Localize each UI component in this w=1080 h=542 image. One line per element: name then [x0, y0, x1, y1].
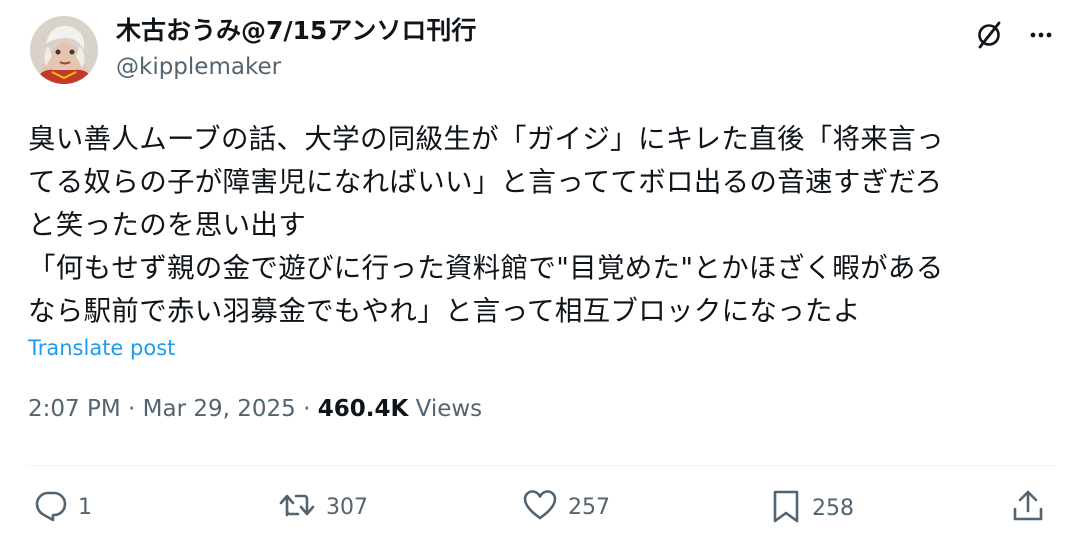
share-icon: [1010, 488, 1046, 528]
post-detail: 木古おうみ@7/15アンソロ刊行 @kipplemaker 臭い善人ムーブの話、…: [0, 0, 1080, 542]
repost-count: 307: [326, 494, 368, 520]
meta-separator: ·: [295, 396, 318, 422]
post-date[interactable]: Mar 29, 2025: [143, 396, 296, 422]
post-text-line: 臭い善人ムーブの話、大学の同級生が「ガイジ」にキレた直後「将来言っ: [28, 123, 944, 155]
avatar[interactable]: [30, 16, 98, 84]
share-button[interactable]: [1010, 488, 1046, 528]
divider: [28, 465, 1056, 466]
post-text-line: なら駅前で赤い羽募金でもやれ」と言って相互ブロックになったよ: [28, 295, 861, 327]
reply-count: 1: [78, 494, 92, 520]
translate-post-link[interactable]: Translate post: [28, 336, 175, 360]
reply-button[interactable]: 1: [34, 488, 92, 526]
views-label: Views: [408, 396, 483, 422]
post-time[interactable]: 2:07 PM: [28, 396, 121, 422]
author-info: 木古おうみ@7/15アンソロ刊行 @kipplemaker: [116, 14, 476, 84]
more-icon[interactable]: [1024, 18, 1058, 52]
like-button[interactable]: 257: [522, 488, 610, 526]
post-text-line: てる奴らの子が障害児になればいい」と言っててボロ出るの音速すぎだろ: [28, 166, 943, 198]
repost-icon: [278, 488, 316, 526]
bookmark-icon: [770, 488, 802, 528]
views-count: 460.4K: [317, 396, 409, 422]
post-text: 臭い善人ムーブの話、大学の同級生が「ガイジ」にキレた直後「将来言っ てる奴らの子…: [28, 118, 1058, 333]
heart-icon: [522, 488, 558, 526]
author-handle[interactable]: @kipplemaker: [116, 50, 476, 84]
action-bar: 1 307 257 258: [0, 488, 1080, 532]
post-meta: 2:07 PM · Mar 29, 2025 · 460.4K Views: [28, 396, 482, 422]
grok-icon[interactable]: [972, 18, 1006, 52]
post-text-line: と笑ったのを思い出す: [28, 209, 306, 241]
like-count: 257: [568, 494, 610, 520]
author-display-name[interactable]: 木古おうみ@7/15アンソロ刊行: [116, 14, 476, 48]
reply-icon: [34, 488, 68, 526]
post-text-line: 「何もせず親の金で遊びに行った資料館で"目覚めた"とかほざく暇がある: [28, 252, 944, 284]
meta-separator: ·: [120, 396, 143, 422]
repost-button[interactable]: 307: [278, 488, 368, 526]
bookmark-button[interactable]: 258: [770, 488, 854, 528]
header-actions: [972, 18, 1058, 52]
bookmark-count: 258: [812, 495, 854, 521]
